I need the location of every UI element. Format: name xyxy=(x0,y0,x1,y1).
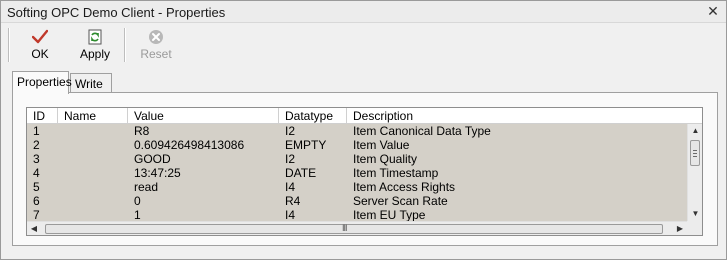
cell-value: 13:47:25 xyxy=(134,166,181,180)
table-row[interactable]: 6 0 R4 Server Scan Rate xyxy=(27,194,687,208)
toolbar: OK Apply Reset xyxy=(1,24,726,66)
column-header-description[interactable]: Description xyxy=(347,108,702,124)
cell-description: Item Canonical Data Type xyxy=(353,124,491,138)
cell-name xyxy=(64,138,128,152)
cell-id: 6 xyxy=(33,194,40,208)
properties-panel: ID Name Value Datatype Description 1 R8 I2… xyxy=(12,92,718,246)
scroll-left-icon[interactable]: ◀ xyxy=(27,222,41,235)
cell-datatype: I2 xyxy=(285,152,296,166)
toolbar-separator xyxy=(124,28,126,62)
vertical-scrollbar[interactable]: ▲ ▼ xyxy=(687,124,702,221)
cell-name xyxy=(64,166,128,180)
toolbar-separator xyxy=(8,28,10,62)
properties-table: ID Name Value Datatype Description 1 R8 I2… xyxy=(26,107,703,236)
reset-icon xyxy=(149,30,163,44)
table-row[interactable]: 3 GOOD I2 Item Quality xyxy=(27,152,687,166)
table-row[interactable]: 1 R8 I2 Item Canonical Data Type xyxy=(27,124,687,138)
cell-name xyxy=(64,124,128,138)
reset-label: Reset xyxy=(140,47,172,61)
cell-value: 1 xyxy=(134,208,141,221)
horizontal-scrollbar[interactable]: ◀ III ▶ xyxy=(27,221,687,235)
cell-id: 3 xyxy=(33,152,40,166)
cell-id: 7 xyxy=(33,208,40,221)
table-row[interactable]: 5 read I4 Item Access Rights xyxy=(27,180,687,194)
cell-id: 1 xyxy=(33,124,40,138)
properties-window: Softing OPC Demo Client - Properties ✕ O… xyxy=(0,0,727,260)
title-bar: Softing OPC Demo Client - Properties ✕ xyxy=(1,1,726,23)
cell-id: 5 xyxy=(33,180,40,194)
ok-button[interactable]: OK xyxy=(20,26,60,64)
cell-datatype: I4 xyxy=(285,208,296,221)
table-body: 1 R8 I2 Item Canonical Data Type 2 0.60942649… xyxy=(27,124,687,221)
cell-id: 4 xyxy=(33,166,40,180)
reset-button[interactable]: Reset xyxy=(136,26,176,64)
tab-properties-label: Properties xyxy=(17,75,72,89)
window-title: Softing OPC Demo Client - Properties xyxy=(7,5,226,20)
cell-description: Item Access Rights xyxy=(353,180,456,194)
table-row[interactable]: 7 1 I4 Item EU Type xyxy=(27,208,687,221)
cell-description: Item Timestamp xyxy=(353,166,439,180)
cell-value: 0.609426498413086 xyxy=(134,138,245,152)
cell-description: Item Quality xyxy=(353,152,418,166)
apply-icon xyxy=(88,29,102,45)
scroll-right-icon[interactable]: ▶ xyxy=(673,222,687,235)
scrollbar-corner xyxy=(687,221,702,235)
column-header-datatype[interactable]: Datatype xyxy=(279,108,347,124)
horizontal-scroll-thumb[interactable]: III xyxy=(45,223,663,234)
tab-write[interactable]: Write xyxy=(70,73,112,93)
apply-button[interactable]: Apply xyxy=(75,26,115,64)
close-icon[interactable]: ✕ xyxy=(706,4,720,19)
cell-datatype: I2 xyxy=(285,124,296,138)
table-header: ID Name Value Datatype Description xyxy=(27,108,702,124)
cell-value: GOOD xyxy=(134,152,171,166)
column-header-value[interactable]: Value xyxy=(128,108,279,124)
column-header-id[interactable]: ID xyxy=(27,108,58,124)
cell-name xyxy=(64,194,128,208)
cell-description: Server Scan Rate xyxy=(353,194,448,208)
cell-id: 2 xyxy=(33,138,40,152)
cell-datatype: DATE xyxy=(285,166,317,180)
apply-label: Apply xyxy=(79,47,111,61)
cell-name xyxy=(64,152,128,166)
cell-description: Item EU Type xyxy=(353,208,426,221)
cell-name xyxy=(64,180,128,194)
cell-description: Item Value xyxy=(353,138,410,152)
cell-name xyxy=(64,208,128,221)
scroll-down-icon[interactable]: ▼ xyxy=(688,207,702,221)
cell-value: 0 xyxy=(134,194,141,208)
table-row[interactable]: 4 13:47:25 DATE Item Timestamp xyxy=(27,166,687,180)
scroll-grip: III xyxy=(342,223,347,233)
table-row[interactable]: 2 0.609426498413086 EMPTY Item Value xyxy=(27,138,687,152)
cell-datatype: R4 xyxy=(285,194,301,208)
ok-label: OK xyxy=(31,47,49,61)
cell-value: R8 xyxy=(134,124,150,138)
scroll-up-icon[interactable]: ▲ xyxy=(688,124,702,138)
vertical-scroll-thumb[interactable] xyxy=(690,140,700,166)
cell-value: read xyxy=(134,180,159,194)
cell-datatype: EMPTY xyxy=(285,138,327,152)
cell-datatype: I4 xyxy=(285,180,296,194)
tab-properties[interactable]: Properties xyxy=(12,71,72,94)
checkmark-icon xyxy=(32,29,48,44)
column-header-name[interactable]: Name xyxy=(58,108,128,124)
tab-write-label: Write xyxy=(75,77,103,91)
